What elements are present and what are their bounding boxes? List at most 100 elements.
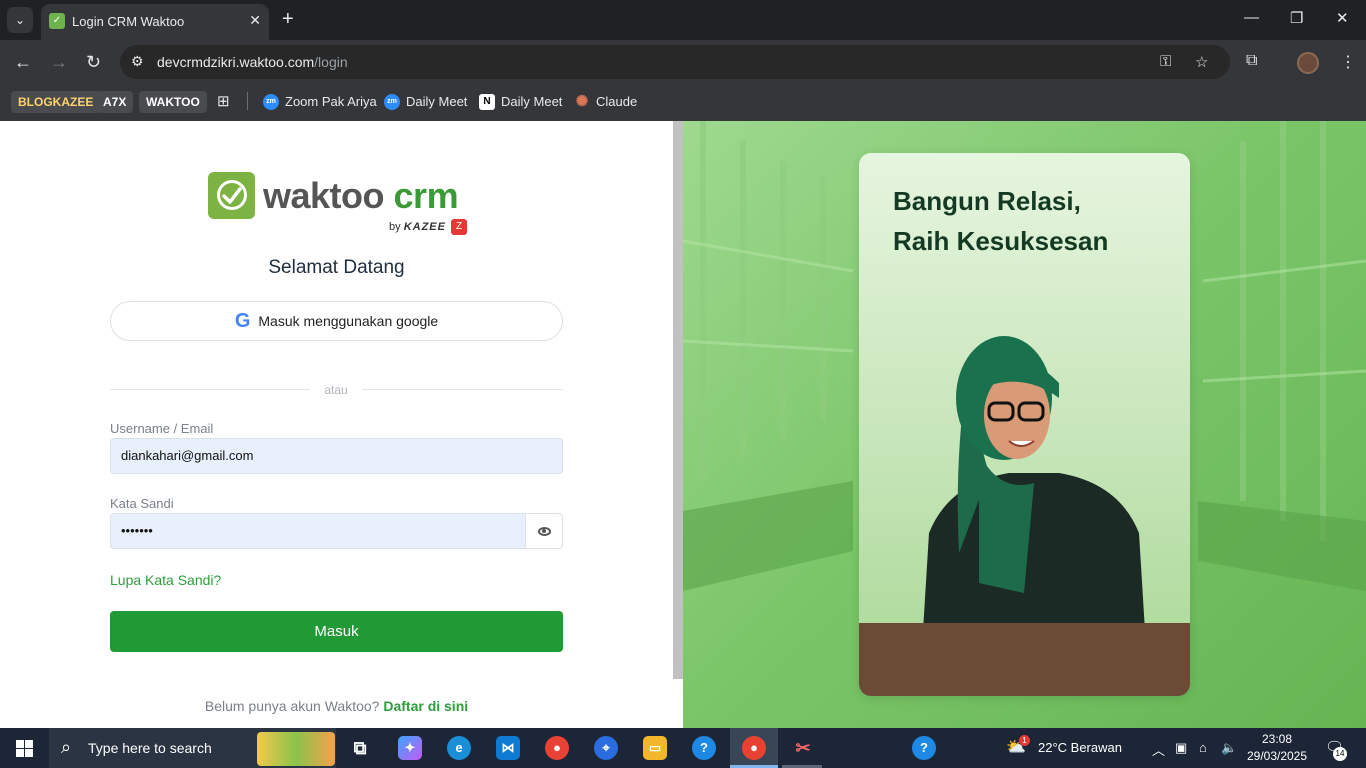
tab-title: Login CRM Waktoo — [72, 14, 185, 29]
tab-close-icon[interactable]: ✕ — [249, 12, 261, 29]
zoom-icon: zm — [384, 94, 400, 110]
notification-count: 14 — [1333, 747, 1347, 761]
battery-icon[interactable]: ▣ — [1175, 740, 1187, 756]
new-tab-button[interactable]: + — [282, 8, 294, 30]
zoom-icon: zm — [263, 94, 279, 110]
register-prompt-text: Belum punya akun Waktoo? — [204, 698, 380, 714]
help-icon[interactable]: ? — [692, 736, 716, 760]
tray-chevron-icon[interactable]: ︿ — [1152, 740, 1165, 759]
bookmark-waktoo[interactable]: WAKTOO — [139, 91, 207, 113]
windows-start-icon[interactable] — [16, 740, 33, 757]
password-key-icon[interactable]: ⚿ — [1160, 53, 1171, 70]
close-window-icon[interactable]: ✕ — [1336, 9, 1349, 27]
chrome-icon[interactable]: ● — [545, 736, 569, 760]
google-login-label: Masuk menggunakan google — [258, 313, 439, 329]
forgot-password-link[interactable]: Lupa Kata Sandi? — [110, 572, 221, 588]
bookmark-daily-meet-zoom[interactable]: zm Daily Meet — [384, 92, 467, 112]
google-icon: G — [234, 309, 251, 332]
login-submit-button[interactable]: Masuk — [110, 611, 563, 652]
register-link[interactable]: Daftar di sini — [383, 698, 468, 714]
page: waktoo crm by KAZEE Z Selamat Datang G M… — [0, 121, 1366, 728]
woman-illustration — [859, 336, 1190, 696]
menu-icon[interactable]: ⋮ — [1340, 52, 1356, 72]
help-tray-icon[interactable]: ? — [912, 736, 936, 760]
bookmark-zoom-pak-ariya[interactable]: zm Zoom Pak Ariya — [263, 92, 377, 112]
bookmark-label: Daily Meet — [501, 94, 563, 109]
clock-date: 29/03/2025 — [1246, 749, 1308, 763]
tab-favicon-icon: ✓ — [49, 13, 65, 29]
bookmark-separator — [247, 92, 248, 110]
logo-by-text: by — [389, 220, 401, 233]
extensions-icon[interactable]: ⧉ — [1246, 52, 1257, 70]
reload-icon[interactable]: ↻ — [86, 52, 101, 72]
logo-by-kazee: by KAZEE Z — [389, 219, 468, 235]
taskbar-search-placeholder: Type here to search — [88, 740, 212, 756]
copilot-icon[interactable]: ✦ — [398, 736, 422, 760]
tab-active[interactable]: ✓ Login CRM Waktoo ✕ — [41, 4, 269, 40]
bookmark-daily-meet-notion[interactable]: N Daily Meet — [479, 92, 562, 112]
vscode-icon[interactable]: ⋈ — [496, 736, 520, 760]
divider-text: atau — [324, 383, 348, 397]
snipping-tool-icon[interactable]: ✂ — [791, 736, 815, 760]
welcome-heading: Selamat Datang — [268, 257, 405, 278]
restore-icon[interactable]: ❐ — [1290, 9, 1303, 27]
tab-strip: ⌄ ✓ Login CRM Waktoo ✕ + — ❐ ✕ — [0, 0, 1366, 40]
logo-check-icon — [208, 172, 255, 219]
password-label: Kata Sandi — [110, 496, 174, 511]
page-scrollbar[interactable] — [673, 121, 683, 679]
bookmark-a7x[interactable]: A7X — [96, 91, 134, 113]
search-icon: ⌕ — [61, 737, 72, 757]
clock[interactable]: 23:08 29/03/2025 — [1242, 731, 1312, 765]
waktoo-crm-logo: waktoo crm by KAZEE Z — [208, 172, 468, 236]
password-input[interactable]: ••••••• — [110, 513, 526, 549]
edge-icon[interactable]: e — [447, 736, 471, 760]
username-input[interactable]: diankahari@gmail.com — [110, 438, 563, 474]
bookmark-label: Claude — [596, 94, 638, 109]
bookmarks-bar: BLOGKAZEE A7X WAKTOO zm Zoom Pak Ariya zm… — [0, 84, 1366, 121]
toggle-password-button[interactable] — [525, 513, 563, 549]
logo-crm: crm — [393, 175, 459, 216]
minimize-icon[interactable]: — — [1244, 9, 1259, 26]
bookmark-claude[interactable]: ✺ Claude — [574, 92, 638, 112]
search-highlight-image — [257, 732, 335, 766]
logo-waktoo: waktoo — [263, 175, 385, 216]
divider-line-right — [362, 389, 563, 390]
logo-kazee-text: KAZEE — [403, 220, 446, 233]
bookmark-label: Daily Meet — [406, 94, 468, 109]
taskbar-search[interactable]: ⌕ Type here to search — [49, 728, 336, 768]
maps-icon[interactable]: ⌖ — [594, 736, 618, 760]
clock-time: 23:08 — [1261, 732, 1293, 746]
chrome-profile-icon[interactable]: ● — [742, 736, 766, 760]
file-explorer-icon[interactable]: ▭ — [643, 736, 667, 760]
claude-icon: ✺ — [575, 93, 589, 110]
forward-icon[interactable]: → — [50, 52, 68, 72]
bookmark-blogkazee[interactable]: BLOGKAZEE — [11, 91, 101, 113]
bookmark-label: Zoom Pak Ariya — [285, 94, 377, 109]
apps-grid-icon[interactable]: ⊞ — [217, 92, 230, 110]
weather-text[interactable]: 22°C Berawan — [1038, 740, 1122, 755]
divider-line-left — [110, 389, 310, 390]
url-domain: devcrmdzikri.waktoo.com — [157, 54, 315, 70]
network-icon[interactable]: ⌂ — [1199, 740, 1207, 755]
tab-search-button[interactable]: ⌄ — [7, 7, 33, 33]
register-prompt: Belum punya akun Waktoo? Daftar di sini — [110, 698, 563, 714]
url-path: /login — [314, 54, 348, 70]
weather-badge: 1 — [1019, 735, 1030, 746]
back-icon[interactable]: ← — [14, 52, 32, 72]
notion-icon: N — [479, 94, 495, 110]
google-login-button[interactable]: G Masuk menggunakan google — [110, 301, 563, 341]
bookmark-star-icon[interactable]: ☆ — [1195, 53, 1208, 71]
task-view-icon[interactable]: ⧉ — [348, 736, 372, 760]
volume-icon[interactable]: 🔈 — [1221, 740, 1237, 756]
address-bar[interactable]: ⚙ devcrmdzikri.waktoo.com/login ⚿ ☆ — [120, 45, 1230, 79]
logo-wordmark: waktoo crm — [263, 175, 459, 217]
kazee-badge-icon: Z — [451, 219, 468, 235]
browser-chrome: ⌄ ✓ Login CRM Waktoo ✕ + — ❐ ✕ ← → ↻ ⚙ d… — [0, 0, 1366, 121]
eye-icon — [537, 526, 551, 536]
site-info-icon[interactable]: ⚙ — [131, 53, 144, 70]
url-text[interactable]: devcrmdzikri.waktoo.com/login — [157, 54, 348, 70]
taskbar: ⌕ Type here to search ⧉ ✦ e ⋈ ● ⌖ ▭ ? ● … — [0, 728, 1366, 768]
profile-avatar[interactable] — [1297, 52, 1319, 74]
username-label: Username / Email — [110, 421, 214, 436]
login-panel: waktoo crm by KAZEE Z Selamat Datang G M… — [0, 121, 673, 728]
